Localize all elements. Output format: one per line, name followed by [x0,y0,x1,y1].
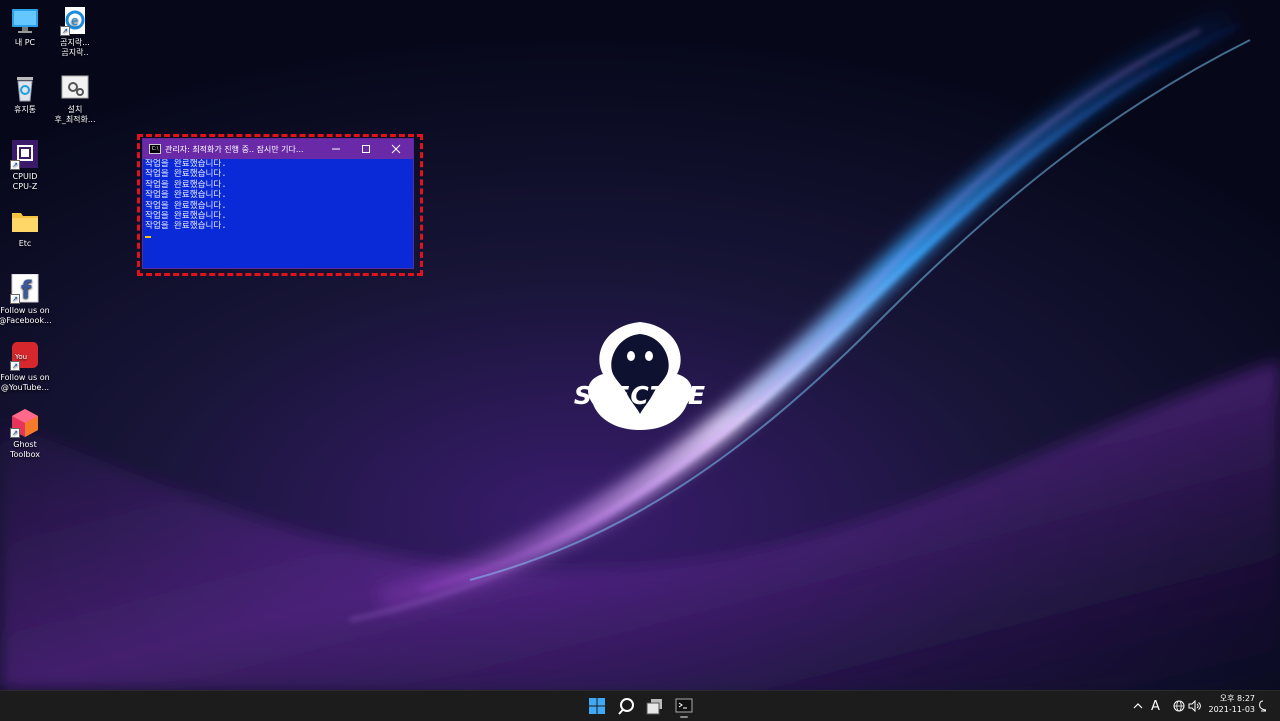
settings-file-icon [61,75,89,99]
console-line: 작업을 완료했습니다. [145,200,227,211]
console-line: 작업을 완료했습니다. [145,211,227,222]
text-cursor [145,235,151,238]
clock-time: 오후 8:27 [1219,694,1255,703]
network-button[interactable] [1173,691,1185,721]
maximize-button[interactable] [351,139,381,159]
input-method-indicator[interactable]: A [1151,691,1160,721]
desktop-icon-youtube[interactable]: You ↗ Follow us on @YouTube... [0,341,53,393]
search-icon [618,698,634,715]
speaker-icon [1188,700,1201,712]
spectre-wordmark: SPECTRE [573,381,707,410]
running-indicator [680,716,688,718]
minimize-icon [332,148,340,150]
cmd-icon: C:\ [149,144,161,154]
ghost-logo-icon [588,322,692,430]
task-view-button[interactable] [643,695,667,717]
show-hidden-icons-button[interactable] [1133,691,1143,721]
desktop-icon-recycle-bin[interactable]: 휴지통 [0,73,53,115]
console-line: 작업을 완료했습니다. [145,221,227,232]
svg-text:You: You [14,353,27,361]
globe-icon [1173,700,1185,712]
computer-icon [12,9,38,33]
close-icon [391,144,401,154]
clock-date: 2021-11-03 [1208,705,1256,714]
console-titlebar[interactable]: C:\ 관리자: 최적화가 진행 중.. 잠시만 기다... [143,139,413,159]
taskbar: A 오후 8:27 2021-11-03 [0,690,1280,721]
shortcut-arrow-icon: ↗ [10,428,20,438]
minimize-button[interactable] [321,139,351,159]
clock[interactable]: 오후 8:27 2021-11-03 [1205,693,1256,715]
desktop-icon-my-pc[interactable]: 내 PC [0,6,53,48]
start-button[interactable] [585,695,609,717]
shortcut-arrow-icon: ↗ [60,26,70,36]
desktop-icon-ghost-toolbox[interactable]: ↗ Ghost Toolbox [0,408,53,460]
shortcut-arrow-icon: ↗ [10,361,20,371]
notification-icon [1259,700,1267,712]
terminal-icon [675,698,693,713]
notification-button[interactable] [1257,691,1269,721]
desktop-icon-post-install-optimize[interactable]: 설치 후_최적화... [47,73,103,125]
close-button[interactable] [381,139,411,159]
desktop-icon-facebook[interactable]: f ↗ Follow us on @Facebook... [0,273,53,326]
svg-text:f: f [21,276,32,304]
desktop-icon-internet-explorer[interactable]: e ↗ 곰지락... 곰지락.. [47,6,103,58]
task-view-icon [646,699,662,715]
folder-icon [12,213,38,232]
svg-text:e: e [71,14,78,28]
console-line: 작업을 완료했습니다. [145,190,227,201]
maximize-icon [362,145,370,153]
console-line: 작업을 완료했습니다. [145,179,227,190]
search-button[interactable] [614,695,638,717]
console-line: 작업을 완료했습니다. [145,169,227,180]
console-window[interactable]: C:\ 관리자: 최적화가 진행 중.. 잠시만 기다... 작업을 완료했습니… [143,139,413,268]
chevron-up-icon [1133,703,1143,709]
volume-button[interactable] [1188,691,1202,721]
console-title: 관리자: 최적화가 진행 중.. 잠시만 기다... [165,144,304,154]
recycle-bin-icon [17,77,33,102]
start-icon [589,698,605,714]
desktop-icon-cpuz[interactable]: ↗ CPUID CPU-Z [0,140,53,192]
taskbar-terminal-button[interactable] [672,695,696,718]
spectre-logo: SPECTRE [563,316,717,436]
shortcut-arrow-icon: ↗ [10,160,20,170]
console-line: 작업을 완료했습니다. [145,159,227,169]
desktop-icon-etc-folder[interactable]: Etc [0,207,53,249]
shortcut-arrow-icon: ↗ [10,294,20,304]
console-output[interactable]: 작업을 완료했습니다. 작업을 완료했습니다. 작업을 완료했습니다. 작업을 … [143,159,413,238]
